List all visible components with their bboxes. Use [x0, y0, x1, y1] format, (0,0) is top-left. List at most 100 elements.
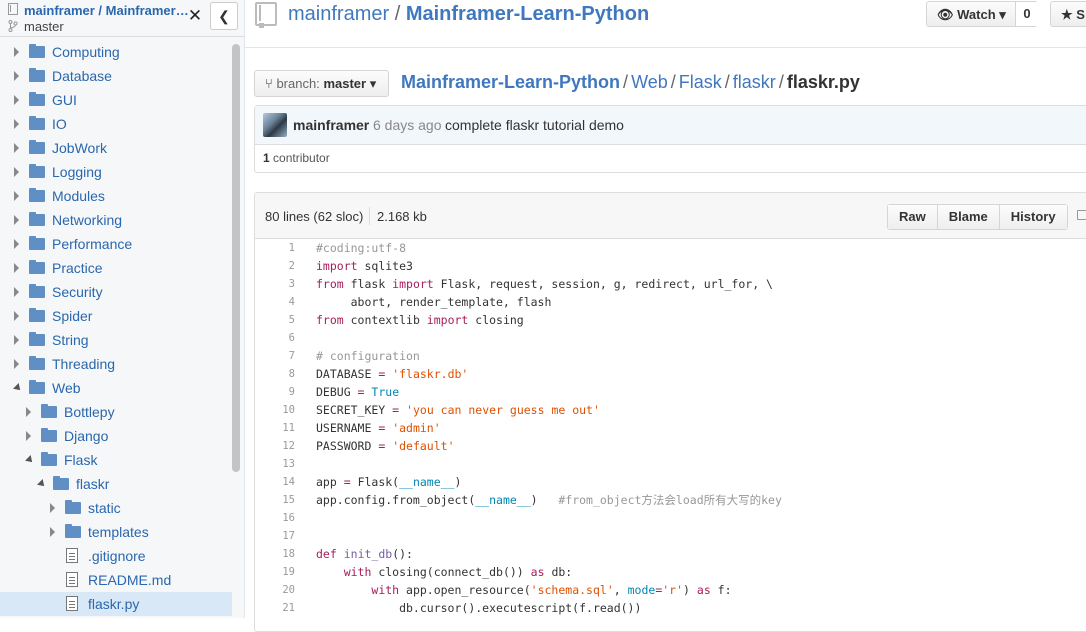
line-number[interactable]: 9 — [255, 383, 295, 401]
line-number[interactable]: 7 — [255, 347, 295, 365]
line-number[interactable]: 14 — [255, 473, 295, 491]
tree-folder[interactable]: Networking — [0, 208, 232, 232]
raw-button[interactable]: Raw — [888, 205, 938, 229]
blame-button[interactable]: Blame — [937, 205, 1000, 229]
tree-folder[interactable]: GUI — [0, 88, 232, 112]
line-number[interactable]: 15 — [255, 491, 295, 509]
line-number[interactable]: 6 — [255, 329, 295, 347]
chevron-right-icon[interactable] — [14, 167, 19, 177]
line-number[interactable]: 16 — [255, 509, 295, 527]
repo-owner-link[interactable]: mainframer — [288, 3, 389, 25]
tree-folder[interactable]: Practice — [0, 256, 232, 280]
chevron-right-icon[interactable] — [26, 407, 31, 417]
desktop-icon[interactable] — [1077, 210, 1086, 220]
chevron-right-icon[interactable] — [14, 287, 19, 297]
chevron-right-icon[interactable] — [14, 359, 19, 369]
tree-item-label: Database — [52, 68, 112, 84]
breadcrumb-flask-link[interactable]: Flask — [679, 72, 722, 92]
chevron-right-icon[interactable] — [14, 263, 19, 273]
sidebar-scrollbar[interactable] — [232, 44, 240, 472]
chevron-right-icon[interactable] — [14, 191, 19, 201]
avatar[interactable] — [263, 113, 287, 137]
chevron-down-icon[interactable] — [37, 479, 47, 489]
line-number[interactable]: 11 — [255, 419, 295, 437]
commit-author-link[interactable]: mainframer — [293, 117, 369, 133]
tree-file[interactable]: .gitignore — [0, 544, 232, 568]
breadcrumb-flaskr-link[interactable]: flaskr — [733, 72, 776, 92]
code-token: Flask, request, session, g, redirect, ur… — [433, 277, 773, 291]
line-number[interactable]: 4 — [255, 293, 295, 311]
line-number[interactable]: 18 — [255, 545, 295, 563]
breadcrumb-repo-link[interactable]: Mainframer-Learn-Python — [401, 72, 620, 92]
tree-item-label: GUI — [52, 92, 77, 108]
tree-file[interactable]: flaskr.py — [0, 592, 232, 616]
close-icon[interactable]: ✕ — [186, 7, 204, 25]
line-number[interactable]: 12 — [255, 437, 295, 455]
chevron-right-icon[interactable] — [14, 215, 19, 225]
branch-select-button[interactable]: ⑂ branch: master ▾ — [254, 70, 389, 97]
tree-folder[interactable]: Performance — [0, 232, 232, 256]
tree-folder[interactable]: Logging — [0, 160, 232, 184]
tree-folder[interactable]: String — [0, 328, 232, 352]
breadcrumb-web-link[interactable]: Web — [631, 72, 668, 92]
tree-folder[interactable]: Spider — [0, 304, 232, 328]
code-token: app.config.from_object( — [316, 493, 476, 507]
tree-folder[interactable]: IO — [0, 112, 232, 136]
tree-folder[interactable]: templates — [0, 520, 232, 544]
line-number[interactable]: 17 — [255, 527, 295, 545]
line-number[interactable]: 21 — [255, 599, 295, 617]
tree-file[interactable]: README.md — [0, 568, 232, 592]
tree-folder[interactable]: Computing — [0, 40, 232, 64]
chevron-right-icon[interactable] — [14, 119, 19, 129]
repo-name-link[interactable]: Mainframer-Learn-Python — [406, 3, 649, 25]
tree-folder[interactable]: Bottlepy — [0, 400, 232, 424]
commit-message-link[interactable]: complete flaskr tutorial demo — [445, 117, 624, 133]
line-number[interactable]: 10 — [255, 401, 295, 419]
tree-folder[interactable]: Threading — [0, 352, 232, 376]
tree-folder[interactable]: Flask — [0, 448, 232, 472]
folder-icon — [29, 212, 45, 226]
chevron-right-icon[interactable] — [14, 239, 19, 249]
line-number[interactable]: 8 — [255, 365, 295, 383]
sidebar-repo-link[interactable]: mainframer / Mainframer-Learn-Python — [24, 3, 192, 18]
watch-count[interactable]: 0 — [1015, 2, 1038, 26]
line-number[interactable]: 2 — [255, 257, 295, 275]
code-line: 5 from contextlib import closing — [255, 311, 1086, 329]
code-line: 1 #coding:utf-8 — [255, 239, 1086, 257]
tree-folder[interactable]: Security — [0, 280, 232, 304]
watch-button[interactable]: 👁 Watch ▾ 0 — [926, 1, 1038, 27]
chevron-right-icon[interactable] — [50, 527, 55, 537]
line-number[interactable]: 1 — [255, 239, 295, 257]
chevron-right-icon[interactable] — [14, 311, 19, 321]
history-button[interactable]: History — [999, 205, 1067, 229]
line-number[interactable]: 20 — [255, 581, 295, 599]
line-number[interactable]: 3 — [255, 275, 295, 293]
folder-icon — [29, 236, 45, 250]
line-number[interactable]: 19 — [255, 563, 295, 581]
collapse-sidebar-button[interactable]: ❮ — [210, 2, 238, 30]
star-button[interactable]: ★ S — [1050, 1, 1086, 27]
tree-folder[interactable]: Database — [0, 64, 232, 88]
chevron-down-icon[interactable] — [25, 455, 35, 465]
tree-folder[interactable]: static — [0, 496, 232, 520]
code-line: 14 app = Flask(__name__) — [255, 473, 1086, 491]
tree-folder[interactable]: Web — [0, 376, 232, 400]
chevron-right-icon[interactable] — [14, 47, 19, 57]
chevron-right-icon[interactable] — [14, 95, 19, 105]
chevron-right-icon[interactable] — [14, 71, 19, 81]
folder-icon — [41, 452, 57, 466]
chevron-right-icon[interactable] — [14, 335, 19, 345]
chevron-right-icon[interactable] — [50, 503, 55, 513]
tree-folder[interactable]: JobWork — [0, 136, 232, 160]
chevron-right-icon[interactable] — [14, 143, 19, 153]
tree-folder[interactable]: flaskr — [0, 472, 232, 496]
tree-item-label: Spider — [52, 308, 93, 324]
tree-folder[interactable]: Modules — [0, 184, 232, 208]
chevron-down-icon[interactable] — [13, 383, 23, 393]
repo-title: mainframer / Mainframer-Learn-Python — [288, 3, 649, 26]
line-number[interactable]: 5 — [255, 311, 295, 329]
tree-folder[interactable]: Django — [0, 424, 232, 448]
chevron-right-icon[interactable] — [26, 431, 31, 441]
line-number[interactable]: 13 — [255, 455, 295, 473]
contributors-info[interactable]: 1 contributor — [263, 151, 330, 165]
